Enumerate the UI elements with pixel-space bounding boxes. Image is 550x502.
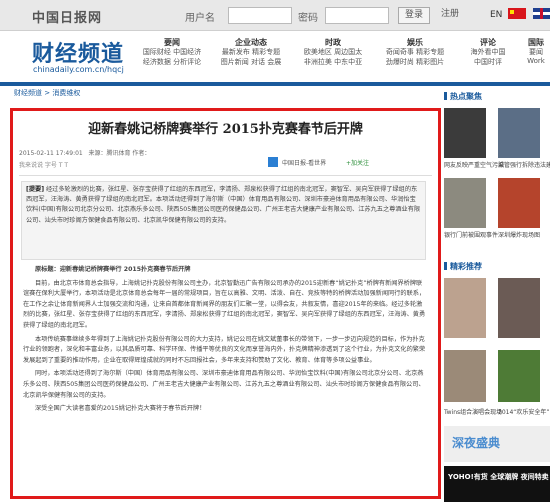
article-divider bbox=[19, 175, 432, 176]
hot-caption-4[interactable]: 深圳爆炸现场图 bbox=[498, 230, 540, 239]
nav-row[interactable]: 国际财经 中国经济 bbox=[140, 47, 204, 57]
article-paragraph: 本项传统赛事继续多年得到了上海姚记扑克股份有限公司的大力支持，姚记公司在姚文斌董… bbox=[23, 335, 426, 364]
gallery-caption-4[interactable]: 2014“欢乐安全年” bbox=[498, 407, 550, 416]
nav-row[interactable]: 中国时评 bbox=[464, 57, 512, 67]
hot-caption-2[interactable]: 城管强行拆除违法建筑 bbox=[498, 160, 550, 169]
nav-row[interactable]: 海外看中国 bbox=[464, 47, 512, 57]
hot-thumb-2[interactable] bbox=[498, 108, 540, 158]
login-button[interactable]: 登录 bbox=[398, 7, 430, 24]
hot-thumb-4[interactable] bbox=[498, 178, 540, 228]
channel-url: chinadaily.com.cn/hqcj bbox=[33, 65, 124, 74]
username-label: 用户名 bbox=[185, 13, 215, 24]
nav-row[interactable]: 经济数据 分析评论 bbox=[140, 57, 204, 67]
article-summary: [提要] 经过多轮激烈的比赛，张红星、张存宝获得了红组的东西冠军，李清扬、郑泉松… bbox=[21, 181, 426, 260]
article-caption: 原标题：迎新春姚记桥牌赛举行 2015扑克赛春节后开牌 bbox=[35, 266, 191, 273]
nav-group-politics: 时政 欧美地区 周边国太 非洲拉美 中东中亚 bbox=[300, 37, 366, 67]
gallery-thumb-4[interactable] bbox=[498, 350, 540, 402]
channel-title[interactable]: 财经频道 bbox=[32, 36, 124, 68]
password-label: 密码 bbox=[298, 13, 318, 24]
breadcrumb[interactable]: 财经频道 > 消费维权 bbox=[14, 88, 80, 98]
article-body: 原标题：迎新春姚记桥牌赛举行 2015扑克赛春节后开牌 目前，由北京市体育总会指… bbox=[23, 265, 428, 418]
gallery-thumb-1[interactable] bbox=[444, 278, 486, 338]
gallery-thumb-3[interactable] bbox=[444, 350, 486, 402]
nav-row[interactable]: 非洲拉美 中东中亚 bbox=[300, 57, 366, 67]
weibo-icon[interactable] bbox=[268, 157, 278, 167]
register-link[interactable]: 注册 bbox=[437, 7, 463, 22]
article-paragraph: 目前，由北京市体育总会指导，上海姚记扑克股份有限公司主办，北京智勤迅广告有限公司… bbox=[23, 279, 426, 329]
top-bar: 中国日报网 用户名 密码 登录 注册 EN bbox=[0, 0, 550, 31]
nav-row[interactable]: 劲爆时尚 精彩图片 bbox=[382, 57, 448, 67]
lang-en-link[interactable]: EN bbox=[490, 10, 502, 20]
article-paragraph: 深受全国广大读者喜爱的2015姚记扑克大赛将于春节后开牌！ bbox=[35, 405, 206, 413]
nav-row[interactable]: 奇闻奇事 精彩专题 bbox=[382, 47, 448, 57]
gallery-thumb-2[interactable] bbox=[498, 278, 540, 338]
china-flag-icon[interactable] bbox=[508, 8, 526, 19]
share-widget[interactable]: 中国日报-看世界 +加关注 bbox=[268, 157, 428, 171]
summary-text: 经过多轮激烈的比赛，张红星、张存宝获得了红组的东西冠军，李清扬、郑泉松获得了红组… bbox=[26, 186, 421, 224]
nav-group-title[interactable]: 娱乐 bbox=[382, 37, 448, 47]
gallery-caption-3[interactable]: Twins组合演唱会现场 bbox=[444, 407, 502, 416]
gallery-title[interactable]: 精彩推荐 bbox=[444, 261, 482, 272]
site-logo[interactable]: 中国日报网 bbox=[32, 7, 102, 26]
right-sidebar: 热点聚焦 网友反映严重空气污染 城管强行拆除违法建筑 银行门前被围观事件 深圳爆… bbox=[444, 88, 550, 502]
nav-group-world: 国际 要闻 Work bbox=[522, 37, 550, 67]
nav-group-title[interactable]: 评论 bbox=[464, 37, 512, 47]
nav-group-business: 企业动态 最新发布 精彩专题 图片新闻 对话 会展 bbox=[218, 37, 284, 67]
nav-group-title[interactable]: 企业动态 bbox=[218, 37, 284, 47]
article-tools[interactable]: 我来说说 字号 T T bbox=[19, 160, 68, 169]
hot-thumb-1[interactable] bbox=[444, 108, 486, 158]
hot-focus-title[interactable]: 热点聚焦 bbox=[444, 91, 482, 102]
nav-group-title[interactable]: 时政 bbox=[300, 37, 366, 47]
nav-divider-bar bbox=[0, 82, 550, 86]
nav-group-opinion: 评论 海外看中国 中国时评 bbox=[464, 37, 512, 67]
ad-banner-2[interactable]: YOHO!有货 全球潮牌 夜间特卖 bbox=[444, 466, 550, 502]
nav-group-title[interactable]: 要闻 bbox=[140, 37, 204, 47]
nav-group-news: 要闻 国际财经 中国经济 经济数据 分析评论 bbox=[140, 37, 204, 67]
hot-thumb-3[interactable] bbox=[444, 178, 486, 228]
ad-banner-1[interactable]: 深夜盛典 bbox=[444, 426, 550, 462]
nav-row[interactable]: 要闻 bbox=[522, 47, 550, 57]
article-paragraph: 同时，本项活动还得到了海尔斯（中国）体育用品有限公司、深圳市豪迪体育用品有限公司… bbox=[23, 370, 425, 399]
hot-caption-1[interactable]: 网友反映严重空气污染 bbox=[444, 160, 504, 169]
uk-flag-icon[interactable] bbox=[533, 8, 550, 19]
article-source: 来源：腾讯体育 作者： bbox=[88, 150, 151, 157]
article-panel: 迎新春姚记桥牌赛举行 2015扑克赛春节后开牌 2015-02-11 17:49… bbox=[10, 108, 441, 499]
nav-group-title[interactable]: 国际 bbox=[522, 37, 550, 47]
follow-button[interactable]: +加关注 bbox=[346, 158, 369, 167]
channel-header: 财经频道 chinadaily.com.cn/hqcj 要闻 国际财经 中国经济… bbox=[0, 31, 550, 81]
nav-row[interactable]: 图片新闻 对话 会展 bbox=[218, 57, 284, 67]
share-source[interactable]: 中国日报-看世界 bbox=[282, 158, 326, 167]
article-title: 迎新春姚记桥牌赛举行 2015扑克赛春节后开牌 bbox=[88, 122, 363, 137]
hot-caption-3[interactable]: 银行门前被围观事件 bbox=[444, 230, 498, 239]
nav-row[interactable]: 最新发布 精彩专题 bbox=[218, 47, 284, 57]
username-input[interactable] bbox=[228, 7, 292, 24]
ad-banner-1-text: 深夜盛典 bbox=[452, 436, 501, 450]
nav-row[interactable]: Work bbox=[522, 57, 550, 67]
article-date-text: 2015-02-11 17:49:01 bbox=[19, 150, 83, 157]
nav-group-entertainment: 娱乐 奇闻奇事 精彩专题 劲爆时尚 精彩图片 bbox=[382, 37, 448, 67]
ad-banner-2-text: YOHO!有货 全球潮牌 夜间特卖 bbox=[448, 473, 549, 481]
nav-row[interactable]: 欧美地区 周边国太 bbox=[300, 47, 366, 57]
password-input[interactable] bbox=[325, 7, 389, 24]
article-date: 2015-02-11 17:49:01 来源：腾讯体育 作者： bbox=[19, 148, 150, 157]
summary-label: [提要] bbox=[26, 186, 45, 193]
